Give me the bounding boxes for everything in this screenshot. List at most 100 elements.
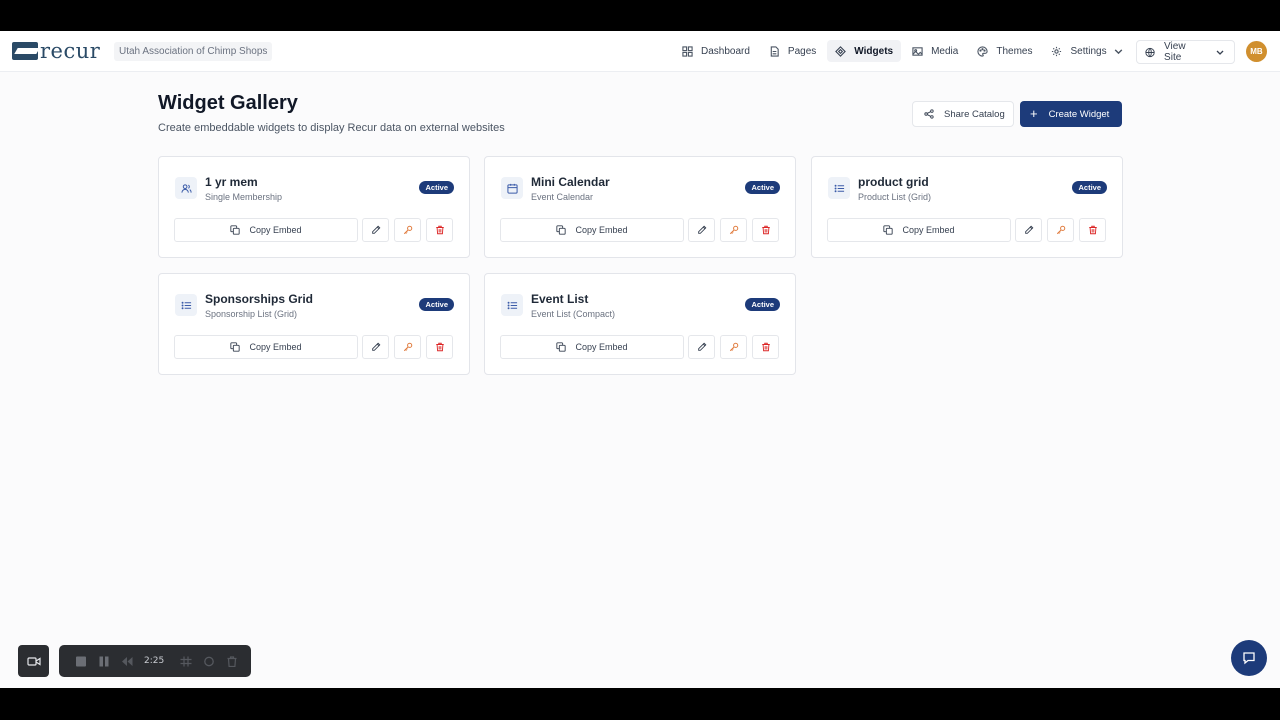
copy-embed-label: Copy Embed [249,225,302,235]
restart-button[interactable] [203,656,215,667]
organization-badge: Utah Association of Chimp Shops [114,42,273,61]
discard-recording-button[interactable] [226,655,238,667]
copy-embed-label: Copy Embed [902,225,955,235]
nav-label: Widgets [854,45,894,57]
view-site-button[interactable]: View Site [1136,40,1235,64]
widget-type: Event Calendar [531,192,594,202]
copy-icon [556,342,567,352]
copy-embed-label: Copy Embed [249,342,302,352]
page-title: Widget Gallery [158,92,298,114]
widget-name[interactable]: Event List [531,292,588,306]
rewind-icon [122,656,133,666]
nav-item-dashboard[interactable]: Dashboard [674,40,758,62]
create-widget-button[interactable]: + Create Widget [1020,101,1122,127]
widget-card: Event List Event List (Compact) Active C… [484,273,796,375]
edit-button[interactable] [688,335,715,359]
copy-icon [230,225,241,235]
pencil-icon [697,342,706,351]
plus-icon: + [1030,106,1038,121]
share-catalog-button[interactable]: Share Catalog [912,101,1014,127]
nav-label: Themes [996,45,1033,57]
chat-support-button[interactable] [1231,640,1267,676]
share-icon [924,109,934,119]
list-icon [175,294,197,316]
stop-icon [76,656,86,666]
copy-embed-button[interactable]: Copy Embed [500,335,684,359]
drawing-tool-button[interactable] [180,656,192,667]
widget-type: Sponsorship List (Grid) [205,309,298,319]
pause-icon [99,656,109,666]
copy-icon [883,225,894,235]
hash-icon [180,656,192,666]
edit-button[interactable] [362,335,389,359]
widget-name[interactable]: 1 yr mem [205,175,258,189]
delete-button[interactable] [752,335,779,359]
logo-mark-icon [12,42,38,60]
api-key-button[interactable] [394,218,421,242]
widget-name[interactable]: Mini Calendar [531,175,610,189]
key-icon [403,342,412,352]
delete-button[interactable] [752,218,779,242]
camera-toggle-button[interactable] [18,645,49,677]
copy-embed-button[interactable]: Copy Embed [174,218,358,242]
page-subtitle: Create embeddable widgets to display Rec… [158,122,505,134]
view-site-label: View Site [1164,41,1186,63]
pencil-icon [1024,225,1033,234]
api-key-button[interactable] [720,335,747,359]
api-key-button[interactable] [1047,218,1074,242]
edit-button[interactable] [362,218,389,242]
delete-button[interactable] [426,335,453,359]
copy-embed-button[interactable]: Copy Embed [174,335,358,359]
edit-button[interactable] [688,218,715,242]
grid-icon [682,45,693,57]
create-widget-label: Create Widget [1048,108,1110,120]
status-badge: Active [419,298,454,311]
widget-type: Product List (Grid) [858,192,932,202]
copy-embed-button[interactable]: Copy Embed [827,218,1011,242]
nav-label: Pages [787,45,817,57]
status-badge: Active [1072,181,1107,194]
nav-item-pages[interactable]: Pages [761,40,824,62]
gear-icon [1052,46,1062,56]
nav-item-widgets[interactable]: Widgets [827,40,902,62]
logo-text: recur [40,39,101,63]
stop-recording-button[interactable] [75,656,87,667]
key-icon [729,225,738,235]
chat-icon [1243,652,1255,665]
recur-logo[interactable]: recur [12,39,101,63]
delete-button[interactable] [426,218,453,242]
widget-name[interactable]: product grid [858,175,929,189]
user-avatar[interactable]: MB [1246,41,1267,62]
trash-icon [761,342,770,352]
status-badge: Active [745,298,780,311]
copy-embed-button[interactable]: Copy Embed [500,218,684,242]
widget-type: Single Membership [205,192,283,202]
share-catalog-label: Share Catalog [944,108,1005,120]
nav-item-settings[interactable]: Settings [1043,40,1139,62]
status-badge: Active [745,181,780,194]
list-icon [501,294,523,316]
widget-name[interactable]: Sponsorships Grid [205,292,313,306]
edit-button[interactable] [1015,218,1042,242]
delete-button[interactable] [1079,218,1106,242]
pencil-icon [371,342,380,351]
nav-label: Media [931,45,959,57]
pencil-icon [697,225,706,234]
api-key-button[interactable] [394,335,421,359]
list-icon [828,177,850,199]
image-icon [912,46,923,56]
nav-item-media[interactable]: Media [904,40,966,62]
widget-icon [835,45,847,57]
key-icon [1056,225,1065,235]
app-viewport: recur Utah Association of Chimp Shops Da… [0,31,1280,688]
key-icon [729,342,738,352]
nav-item-themes[interactable]: Themes [969,40,1040,62]
status-badge: Active [419,181,454,194]
top-navigation: recur Utah Association of Chimp Shops Da… [0,31,1280,72]
recording-controls: 2:25 [59,645,251,677]
globe-icon [1145,47,1155,57]
video-camera-icon [26,656,41,666]
api-key-button[interactable] [720,218,747,242]
pause-recording-button[interactable] [98,656,110,667]
rewind-button[interactable] [121,656,133,667]
